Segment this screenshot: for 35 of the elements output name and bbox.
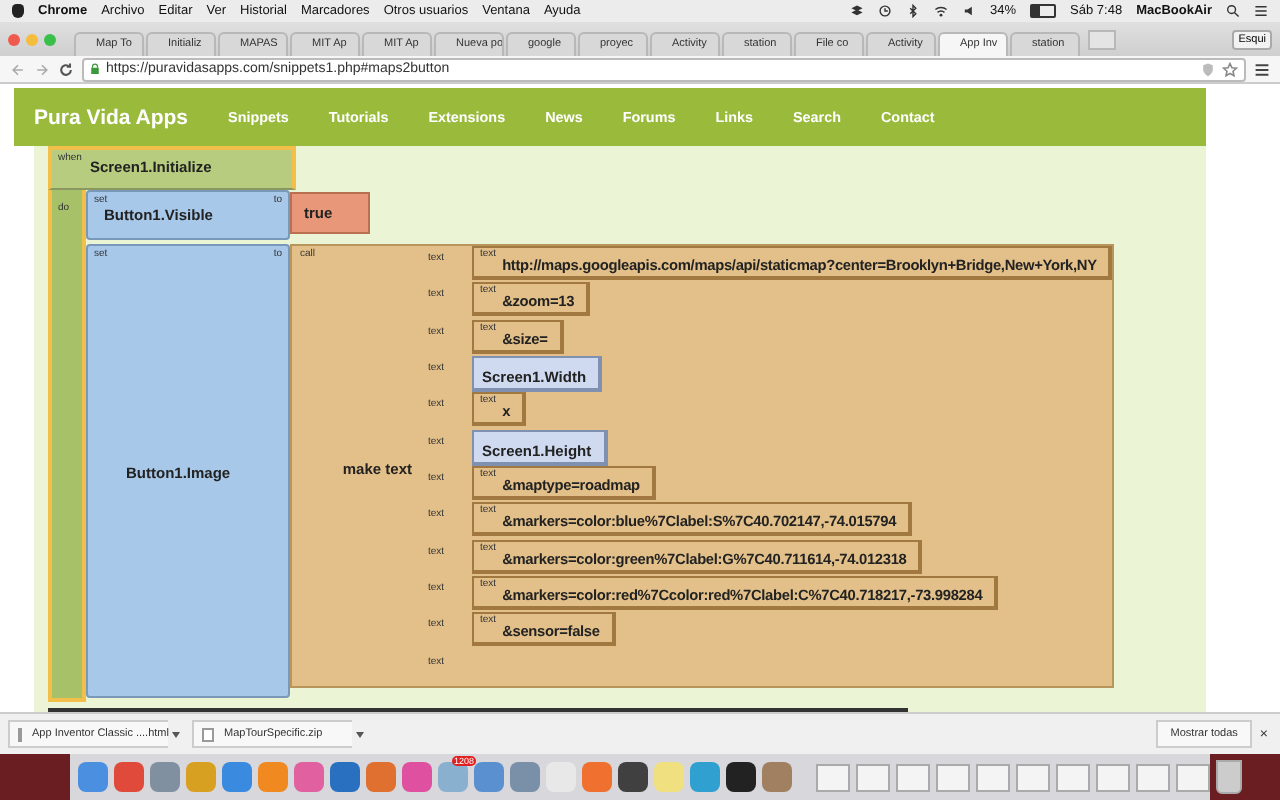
trash-icon[interactable] bbox=[1216, 760, 1242, 794]
caret-icon[interactable] bbox=[356, 731, 364, 737]
document-thumbnail-icon[interactable] bbox=[936, 763, 970, 791]
app-icon[interactable] bbox=[618, 762, 648, 792]
new-tab-button[interactable] bbox=[1088, 29, 1116, 49]
make-text-block[interactable] bbox=[290, 244, 1115, 688]
app-icon[interactable] bbox=[726, 762, 756, 792]
document-thumbnail-icon[interactable] bbox=[1096, 763, 1130, 791]
forward-icon[interactable] bbox=[34, 61, 50, 77]
list-icon[interactable] bbox=[1254, 4, 1268, 18]
lock-icon bbox=[90, 62, 100, 76]
document-thumbnail-icon[interactable] bbox=[1016, 763, 1050, 791]
file-icon bbox=[202, 727, 214, 741]
star-icon[interactable] bbox=[1222, 61, 1238, 77]
clock-icon[interactable] bbox=[878, 4, 893, 18]
menu-icon[interactable] bbox=[1254, 61, 1270, 77]
document-thumbnail-icon[interactable] bbox=[1176, 763, 1210, 791]
battery-icon[interactable] bbox=[1030, 4, 1057, 18]
document-thumbnail-icon[interactable] bbox=[856, 763, 890, 791]
document-thumbnail-icon[interactable] bbox=[976, 763, 1010, 791]
document-thumbnail-icon[interactable] bbox=[896, 763, 930, 791]
wifi-icon[interactable] bbox=[934, 4, 949, 18]
document-thumbnail-icon[interactable] bbox=[816, 763, 850, 791]
search-icon[interactable] bbox=[1226, 4, 1240, 18]
caret-icon[interactable] bbox=[172, 731, 180, 737]
shield-icon[interactable] bbox=[1200, 61, 1216, 77]
volume-icon[interactable] bbox=[962, 4, 977, 18]
window-controls-icon[interactable] bbox=[8, 33, 56, 45]
bluetooth-icon[interactable] bbox=[906, 4, 921, 18]
back-icon[interactable] bbox=[10, 61, 26, 77]
document-thumbnail-icon[interactable] bbox=[1136, 763, 1170, 791]
document-thumbnail-icon[interactable] bbox=[1056, 763, 1090, 791]
box-icon[interactable] bbox=[850, 4, 865, 18]
reload-icon[interactable] bbox=[58, 61, 74, 77]
scrollbar[interactable] bbox=[48, 708, 908, 712]
